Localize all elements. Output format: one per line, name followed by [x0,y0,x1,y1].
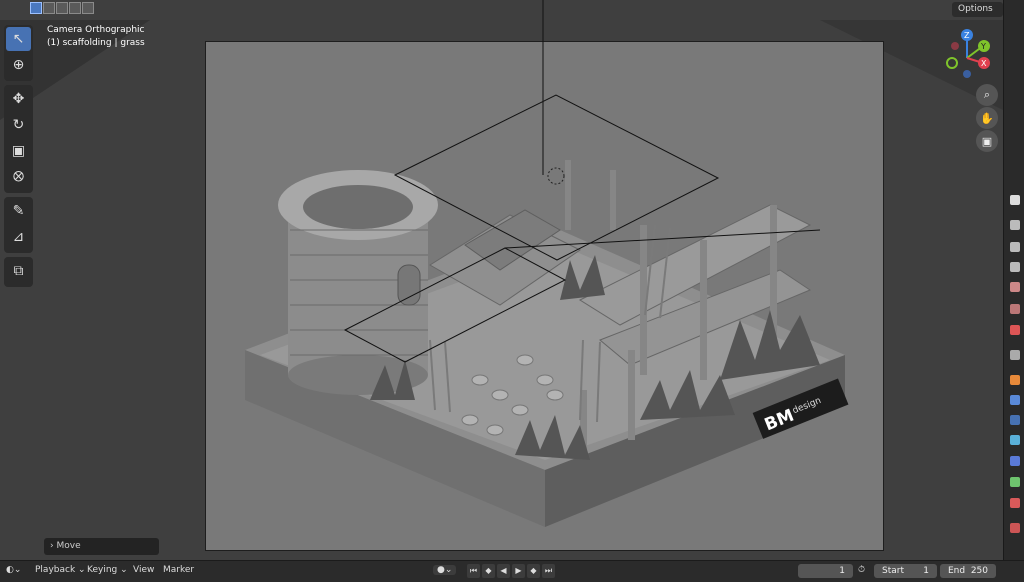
transform-tool-icon[interactable]: ⭙ [6,165,31,189]
move-tool-icon[interactable]: ✥ [6,87,31,111]
tool-group-transform: ✥ ↻ ▣ ⭙ [4,85,33,193]
tool-group-annotate: ✎ ⊿ [4,197,33,253]
play-reverse-icon[interactable]: ◀ [497,564,510,578]
jump-end-icon[interactable]: ⏭ [542,564,555,578]
texture-icon[interactable] [1010,523,1020,533]
view-menu[interactable]: View [133,565,154,575]
select-box-icon[interactable]: ↖ [6,27,31,51]
view-layer-tab-icon[interactable] [1010,262,1020,272]
measure-tool-icon[interactable]: ⊿ [6,225,31,249]
material-icon[interactable] [1010,498,1020,508]
start-frame-field[interactable]: Start 1 [874,564,937,578]
end-frame-field[interactable]: End 250 [940,564,996,578]
last-operator-label: Move [56,541,81,551]
world-tab-icon[interactable] [1010,304,1020,314]
marker-menu[interactable]: Marker [163,565,194,575]
keying-menu[interactable]: Keying ⌄ [87,565,128,575]
playback-menu[interactable]: Playback ⌄ [35,565,86,575]
3d-cursor-icon[interactable] [547,167,565,185]
jump-start-icon[interactable]: ⏮ [467,564,480,578]
play-icon[interactable]: ▶ [512,564,525,578]
camera-view-icon[interactable]: ▣ [976,130,998,152]
tool-shelf: ↖ ⊕ ✥ ↻ ▣ ⭙ ✎ ⊿ ⧉ [4,25,33,291]
record-button-icon[interactable]: ●⌄ [433,565,457,575]
tool-tab-icon[interactable] [1010,195,1020,205]
jump-next-keyframe-icon[interactable]: ◆ [527,564,540,578]
playback-controls: ⏮ ◆ ◀ ▶ ◆ ⏭ [467,564,555,578]
annotate-tool-icon[interactable]: ✎ [6,199,31,223]
stopwatch-icon[interactable]: ⏱ [858,565,865,575]
rotate-tool-icon[interactable]: ↻ [6,113,31,137]
gizmo-neg-x-icon[interactable] [951,42,959,50]
cursor-tool-icon[interactable]: ⊕ [6,53,31,77]
svg-text:Y: Y [980,42,986,51]
gizmo-neg-z-icon[interactable] [963,70,971,78]
viewport-info: Camera Orthographic (1) scaffolding | gr… [47,24,145,50]
object-tab-icon[interactable] [1010,350,1020,360]
scale-tool-icon[interactable]: ▣ [6,139,31,163]
jump-prev-keyframe-icon[interactable]: ◆ [482,564,495,578]
particles-icon[interactable] [1010,415,1020,425]
editor-type-icon[interactable]: ◐⌄ [6,565,21,575]
gizmo-neg-y-icon[interactable] [946,57,958,69]
current-frame-field[interactable]: 1 [798,564,853,578]
properties-tab-strip [1003,0,1024,560]
object-info: (1) scaffolding | grass [47,38,145,48]
view-name: Camera Orthographic [47,25,145,35]
add-cube-tool-icon[interactable]: ⧉ [6,259,31,283]
tool-group-select: ↖ ⊕ [4,25,33,81]
tower-window [397,264,421,306]
3d-viewport[interactable]: Options ⌄ [0,0,1003,560]
tower-inside [303,185,413,229]
zoom-icon[interactable]: ⌕ [976,84,998,106]
output-tab-icon[interactable] [1010,242,1020,252]
scene-tab-icon[interactable] [1010,282,1020,292]
constraints-icon[interactable] [1010,456,1020,466]
navigation-gizmo[interactable]: Z Y X [938,28,994,80]
svg-text:Z: Z [964,31,970,40]
diorama-scene: BM design [245,0,849,527]
tool-group-add: ⧉ [4,257,33,287]
timeline-header: ◐⌄ Playback ⌄ Keying ⌄ View Marker ●⌄ ⏮ … [0,560,1024,582]
render-tab-icon[interactable] [1010,220,1020,230]
physics-icon[interactable] [1010,435,1020,445]
object-properties-icon[interactable] [1010,375,1020,385]
data-icon[interactable] [1010,477,1020,487]
last-operator-panel[interactable]: › Move [44,538,159,555]
pan-hand-icon[interactable]: ✋ [976,107,998,129]
modifier-wrench-icon[interactable] [1010,395,1020,405]
svg-text:X: X [981,59,987,68]
collection-tab-icon[interactable] [1010,325,1020,335]
